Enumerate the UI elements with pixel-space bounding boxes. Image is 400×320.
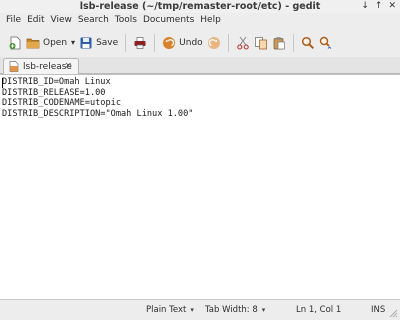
text-cursor bbox=[2, 78, 3, 88]
cut-button[interactable] bbox=[234, 32, 252, 54]
minimize-button[interactable]: ↓ bbox=[361, 1, 369, 12]
new-document-button[interactable] bbox=[6, 32, 24, 54]
undo-icon bbox=[162, 36, 176, 50]
find-replace-button[interactable] bbox=[317, 32, 335, 54]
floppy-disk-icon bbox=[79, 36, 93, 50]
redo-icon bbox=[207, 36, 221, 50]
toolbar-separator bbox=[292, 33, 294, 52]
printer-icon bbox=[133, 36, 147, 50]
text-editor[interactable]: DISTRIB_ID=Omah Linux DISTRIB_RELEASE=1.… bbox=[0, 74, 400, 299]
insert-mode: INS bbox=[371, 300, 385, 320]
editor-line[interactable]: DISTRIB_CODENAME=utopic bbox=[2, 98, 400, 109]
copy-icon bbox=[254, 36, 268, 50]
insert-mode-label: INS bbox=[371, 305, 386, 315]
open-dropdown-button[interactable]: ▾ bbox=[69, 32, 77, 54]
print-button[interactable] bbox=[131, 32, 149, 54]
chevron-down-icon: ▾ bbox=[190, 306, 194, 314]
menu-view[interactable]: View bbox=[48, 13, 75, 28]
editor-line[interactable]: DISTRIB_RELEASE=1.00 bbox=[2, 88, 400, 99]
menu-file[interactable]: File bbox=[3, 13, 24, 28]
undo-label: Undo bbox=[179, 37, 203, 48]
toolbar: Open ▾ Save Undo bbox=[0, 28, 400, 57]
window-controls: ↓ ↑ ✕ bbox=[361, 1, 396, 12]
tab-lsb-release[interactable]: lsb-release × bbox=[3, 58, 79, 74]
copy-button[interactable] bbox=[252, 32, 270, 54]
save-label: Save bbox=[96, 37, 119, 48]
window-title: lsb-release (~/tmp/remaster-root/etc) - … bbox=[79, 1, 321, 12]
menu-documents[interactable]: Documents bbox=[140, 13, 197, 28]
menu-tools[interactable]: Tools bbox=[112, 13, 140, 28]
toolbar-separator bbox=[154, 33, 156, 52]
chevron-down-icon: ▾ bbox=[261, 306, 266, 314]
clipboard-group bbox=[234, 32, 288, 54]
editor-line[interactable]: DISTRIB_DESCRIPTION="Omah Linux 1.00" bbox=[2, 109, 400, 120]
paste-button[interactable] bbox=[270, 32, 288, 54]
document-tabs: lsb-release × bbox=[0, 57, 400, 74]
language-label: Plain Text bbox=[146, 305, 187, 315]
dropdown-arrow-icon: ▾ bbox=[71, 38, 76, 47]
tab-close-icon[interactable]: × bbox=[64, 61, 72, 71]
status-bar: Plain Text ▾ Tab Width: 8 ▾ Ln 1, Col 1 … bbox=[0, 299, 400, 320]
language-selector[interactable]: Plain Text ▾ bbox=[146, 300, 194, 320]
open-button[interactable]: Open bbox=[24, 32, 69, 54]
find-button[interactable] bbox=[299, 32, 317, 54]
scissors-icon bbox=[236, 36, 250, 50]
open-label: Open bbox=[43, 37, 68, 48]
editor-line[interactable]: DISTRIB_ID=Omah Linux bbox=[2, 77, 400, 88]
cursor-position-label: Ln 1, Col 1 bbox=[296, 305, 342, 315]
menu-search[interactable]: Search bbox=[75, 13, 112, 28]
menu-help[interactable]: Help bbox=[197, 13, 224, 28]
redo-button[interactable] bbox=[205, 32, 223, 54]
tab-width-selector[interactable]: Tab Width: 8 ▾ bbox=[205, 300, 265, 320]
undo-button[interactable]: Undo bbox=[160, 32, 205, 54]
save-button[interactable]: Save bbox=[77, 32, 120, 54]
toolbar-separator bbox=[125, 33, 127, 52]
find-replace-icon bbox=[319, 36, 333, 50]
folder-icon bbox=[26, 36, 40, 50]
title-bar: lsb-release (~/tmp/remaster-root/etc) - … bbox=[0, 0, 400, 13]
resize-grip-icon[interactable] bbox=[389, 309, 398, 318]
maximize-button[interactable]: ↑ bbox=[375, 1, 383, 12]
magnifier-icon bbox=[301, 36, 315, 50]
close-window-button[interactable]: ✕ bbox=[388, 1, 396, 12]
new-document-icon bbox=[8, 36, 22, 50]
text-file-icon bbox=[9, 61, 19, 72]
tab-width-label: Tab Width: 8 bbox=[205, 305, 258, 315]
cursor-position: Ln 1, Col 1 bbox=[296, 300, 341, 320]
toolbar-separator bbox=[227, 33, 229, 52]
menu-edit[interactable]: Edit bbox=[24, 13, 47, 28]
menu-bar: File Edit View Search Tools Documents He… bbox=[0, 13, 400, 28]
paste-icon bbox=[272, 36, 286, 50]
